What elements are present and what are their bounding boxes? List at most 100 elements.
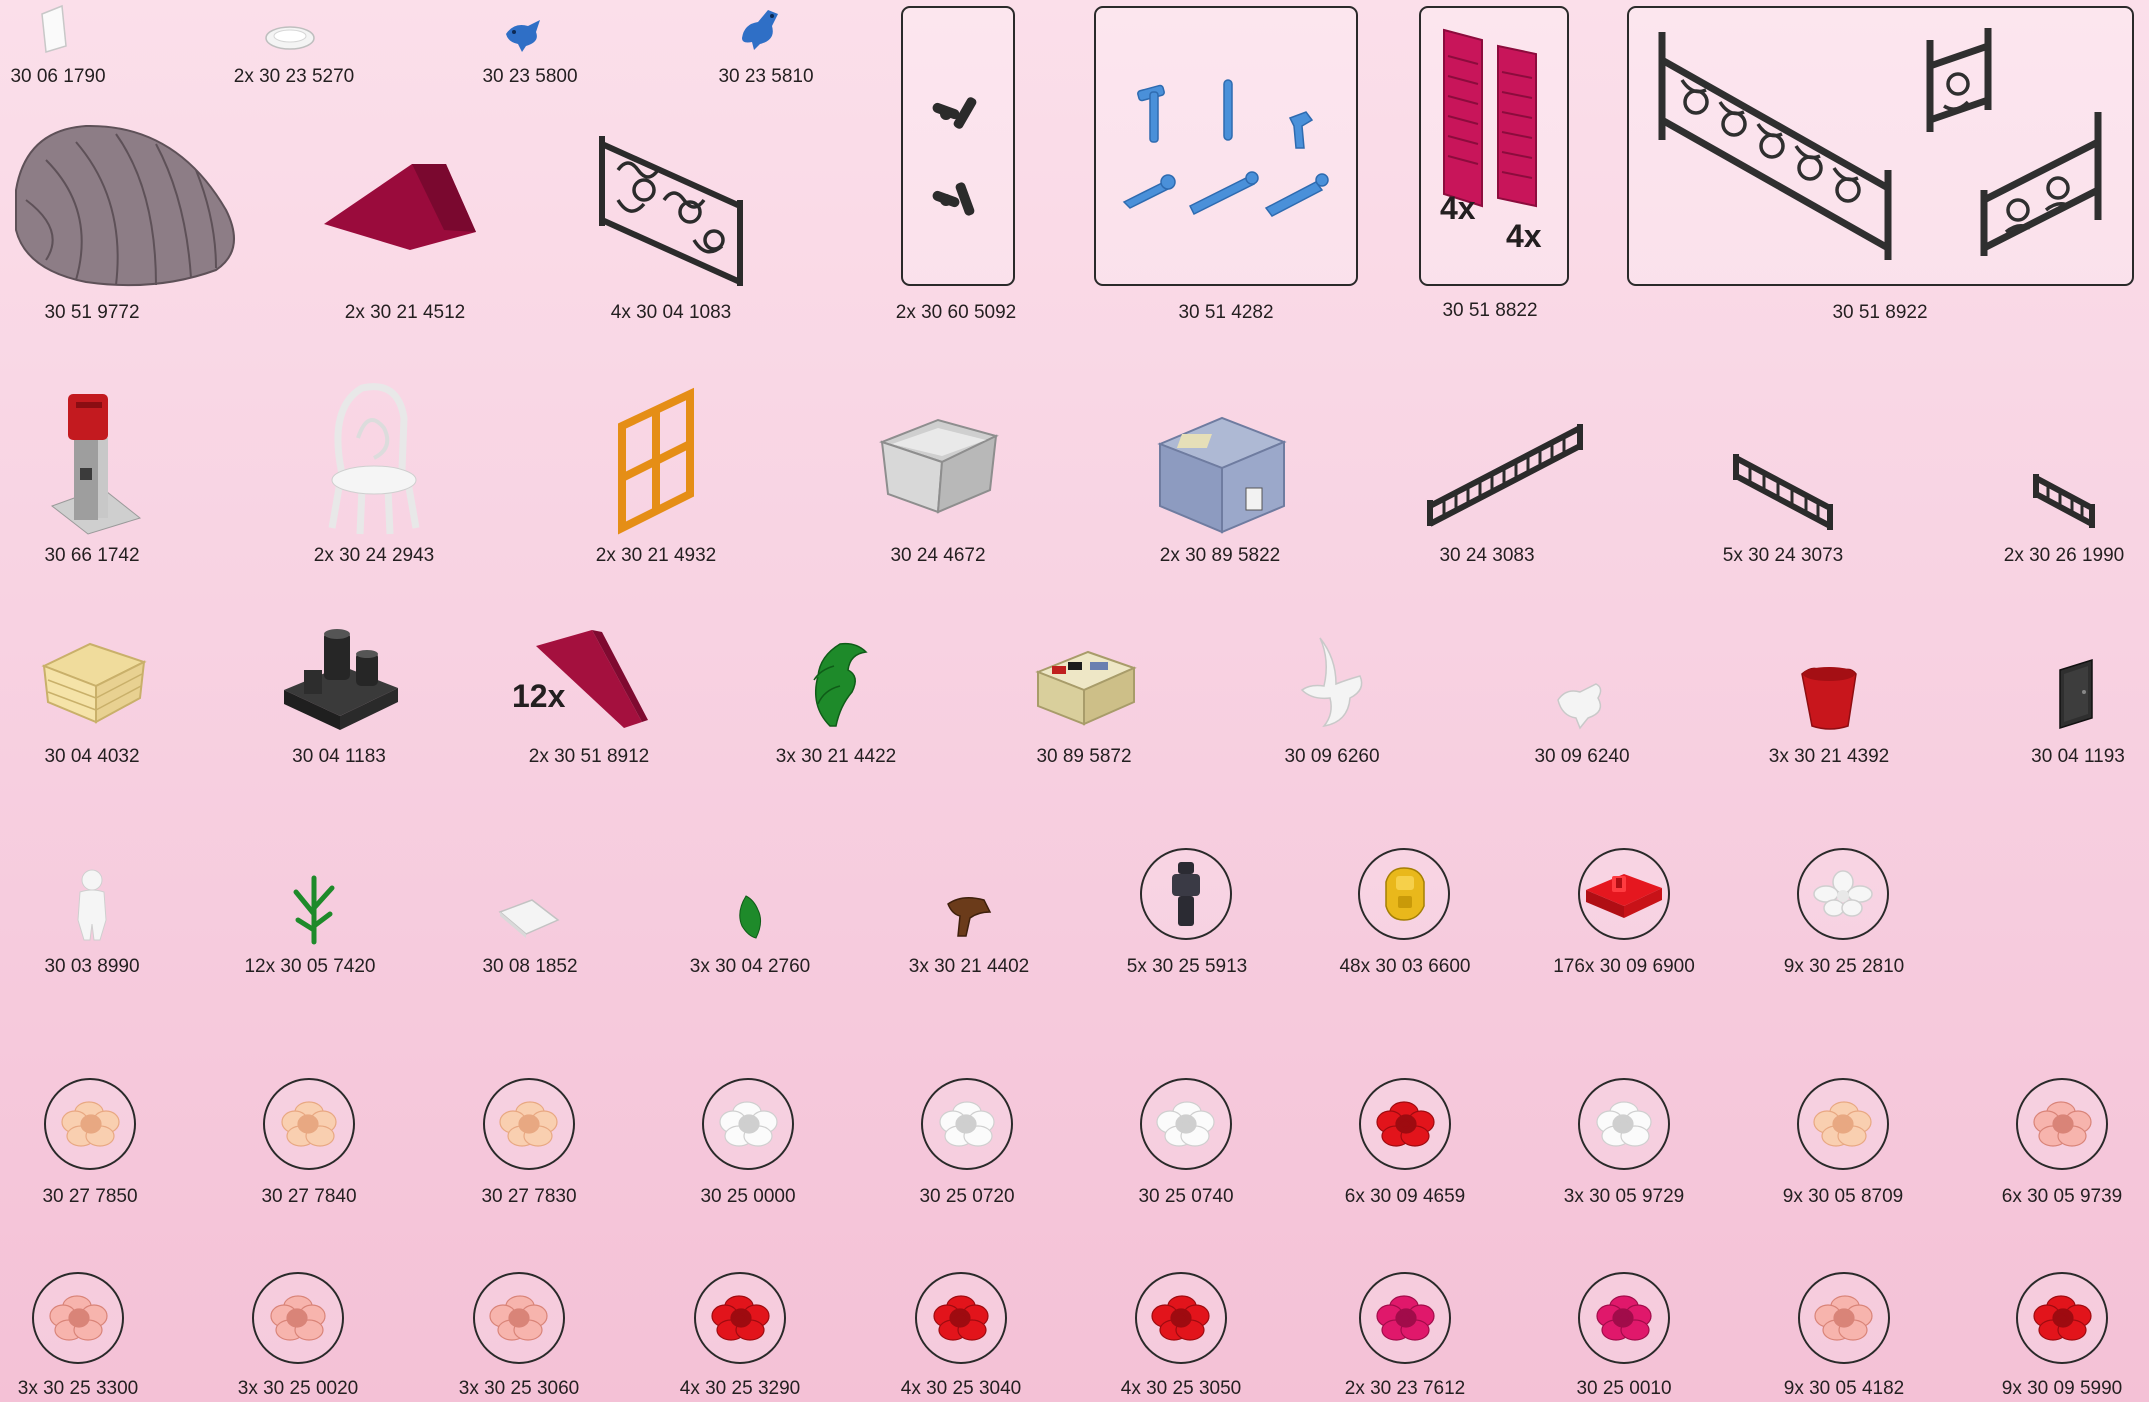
part-label: 30 51 4282: [1178, 302, 1274, 323]
part-label: 176x 30 09 6900: [1553, 956, 1695, 977]
part-label: 3x 30 25 3060: [458, 1378, 580, 1399]
part-label: 30 89 5872: [1036, 746, 1132, 767]
part-label: 30 51 8822: [1442, 300, 1538, 321]
green-leaf-small-icon: [736, 895, 762, 939]
red-rose-icon: [933, 1295, 989, 1341]
part-label: 9x 30 25 2810: [1783, 956, 1905, 977]
part-label: 9x 30 09 5990: [2001, 1378, 2123, 1399]
white-dove-flying-icon: [1300, 637, 1363, 728]
part-label: 12x 30 05 7420: [244, 956, 376, 977]
red-tile-icon: [1586, 874, 1662, 918]
pink-rose-icon: [1814, 1295, 1873, 1341]
pink-rose-icon: [489, 1295, 548, 1341]
transparent-canopy-icon: [15, 124, 235, 287]
part-label: 2x 30 89 5822: [1159, 545, 1281, 566]
grey-crate-icon: [879, 418, 999, 514]
quantity-left: 4x: [1440, 190, 1476, 226]
part-label: 3x 30 25 3300: [17, 1378, 139, 1399]
black-fence-medium-icon: [1733, 454, 1833, 530]
part-label: 30 25 0010: [1576, 1378, 1672, 1399]
black-fence-long-icon: [1427, 424, 1583, 527]
white-dove-icon: [1557, 683, 1602, 730]
part-label: 30 27 7830: [481, 1186, 577, 1207]
part-label: 3x 30 04 2760: [689, 956, 811, 977]
part-label: 30 25 0000: [700, 1186, 796, 1207]
red-mailbox-icon: [50, 394, 142, 535]
part-label: 30 25 0720: [919, 1186, 1015, 1207]
part-label: 30 04 4032: [44, 746, 140, 767]
white-figure-icon: [77, 869, 107, 941]
part-label: 30 04 1183: [292, 746, 386, 767]
black-door-icon: [2059, 658, 2093, 730]
part-label: 6x 30 09 4659: [1344, 1186, 1466, 1207]
part-label: 30 27 7850: [42, 1186, 138, 1207]
white-rose-icon: [719, 1101, 778, 1147]
part-label: 2x 30 21 4932: [595, 545, 717, 566]
peach-rose-icon: [61, 1101, 120, 1147]
part-label: 2x 30 60 5092: [895, 302, 1017, 323]
brown-bracket-icon: [947, 897, 992, 937]
quantity-left: 12x: [512, 678, 566, 714]
part-label: 4x 30 25 3040: [900, 1378, 1022, 1399]
white-rose-icon: [1156, 1101, 1215, 1147]
part-label: 2x 30 24 2943: [313, 545, 435, 566]
part-label: 30 23 5810: [718, 66, 814, 87]
part-label: 3x 30 21 4422: [775, 746, 897, 767]
part-label: 9x 30 05 4182: [1783, 1378, 1905, 1399]
part-label: 30 24 4672: [890, 545, 986, 566]
pink-rose-icon: [2033, 1101, 2092, 1147]
peach-rose-icon: [281, 1101, 337, 1147]
part-label: 4x 30 25 3290: [679, 1378, 801, 1399]
blue-box-icon: [1157, 416, 1287, 534]
white-flower-icon: [1813, 870, 1873, 917]
part-label: 5x 30 24 3073: [1722, 545, 1844, 566]
white-chair-icon: [328, 383, 420, 535]
magenta-rose-icon: [1596, 1295, 1652, 1341]
part-label: 30 09 6240: [1534, 746, 1630, 767]
pink-rose-icon: [49, 1295, 108, 1341]
blue-bird-icon: [506, 20, 540, 52]
peach-rose-icon: [1813, 1101, 1872, 1147]
orange-window-icon: [618, 387, 694, 535]
quantity-right: 4x: [1506, 218, 1542, 254]
part-label: 48x 30 03 6600: [1339, 956, 1471, 977]
part-label: 9x 30 05 8709: [1782, 1186, 1904, 1207]
black-hinge-icon: [932, 97, 977, 216]
red-rose-icon: [2033, 1295, 2092, 1341]
part-label: 30 08 1852: [482, 956, 578, 977]
part-label: 3x 30 21 4402: [908, 956, 1030, 977]
magenta-rose-icon: [1376, 1295, 1435, 1341]
part-label: 2x 30 21 4512: [344, 302, 466, 323]
part-label: 30 51 8922: [1832, 302, 1928, 323]
magenta-roof-slope-icon: [324, 164, 476, 250]
part-label: 30 66 1742: [44, 545, 140, 566]
white-dish-icon: [265, 26, 315, 50]
part-label: 30 06 1790: [10, 66, 106, 87]
black-fence-short-icon: [2033, 474, 2095, 528]
white-card-icon: [41, 4, 67, 53]
green-stem-icon: [293, 875, 335, 945]
white-rose-icon: [939, 1101, 995, 1147]
white-paper-icon: [498, 899, 560, 938]
black-stud-icon: [1172, 862, 1200, 926]
red-rose-icon: [1151, 1295, 1210, 1341]
part-label: 30 27 7840: [261, 1186, 357, 1207]
part-label: 3x 30 21 4392: [1768, 746, 1890, 767]
part-label: 2x 30 23 5270: [233, 66, 355, 87]
black-stove-icon: [284, 629, 398, 730]
black-railing-icon: [599, 136, 743, 286]
red-rose-icon: [711, 1295, 770, 1341]
tan-package-icon: [1035, 650, 1137, 726]
pink-rose-icon: [270, 1295, 326, 1341]
part-label: 3x 30 25 0020: [237, 1378, 359, 1399]
part-label: 30 03 8990: [44, 956, 140, 977]
part-label: 6x 30 05 9739: [2001, 1186, 2123, 1207]
part-label: 30 23 5800: [482, 66, 578, 87]
part-label: 30 51 9772: [44, 302, 140, 323]
part-label: 5x 30 25 5913: [1126, 956, 1248, 977]
peach-rose-icon: [499, 1101, 558, 1147]
blue-tools-icon: [1122, 79, 1329, 217]
blue-bird-icon: [742, 10, 778, 50]
part-label: 3x 30 05 9729: [1563, 1186, 1685, 1207]
green-leaves-icon: [813, 642, 868, 727]
